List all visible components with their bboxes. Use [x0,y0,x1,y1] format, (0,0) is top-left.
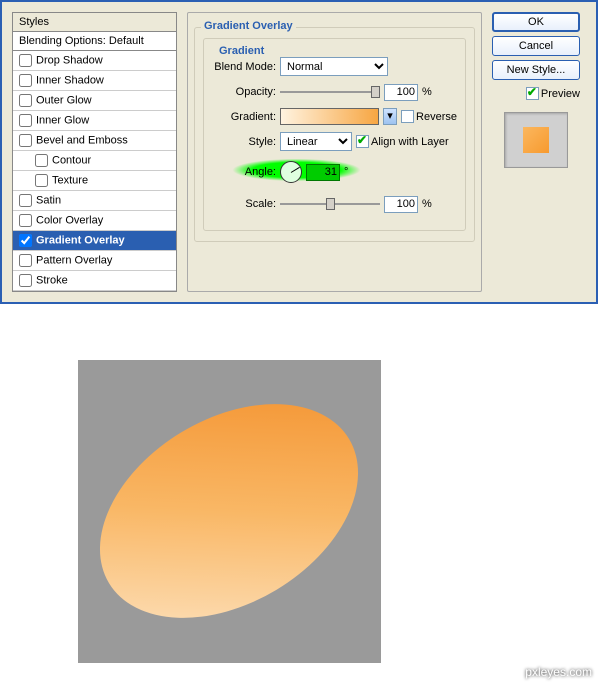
style-drop-shadow-check[interactable] [19,54,32,67]
align-check-icon [356,135,369,148]
angle-input[interactable] [306,164,340,181]
style-gradient-overlay[interactable]: Gradient Overlay [13,231,176,251]
reverse-checkbox[interactable]: Reverse [401,110,457,123]
style-texture-check[interactable] [35,174,48,187]
canvas-preview [78,360,381,663]
style-color-overlay[interactable]: Color Overlay [13,211,176,231]
style-color-overlay-check[interactable] [19,214,32,227]
style-bevel-emboss-check[interactable] [19,134,32,147]
blend-mode-select[interactable]: Normal [280,57,388,76]
scale-slider[interactable] [280,195,380,213]
dialog-buttons: OK Cancel New Style... Preview [492,12,580,292]
style-satin-check[interactable] [19,194,32,207]
blend-mode-label: Blend Mode: [212,61,276,73]
style-inner-glow-check[interactable] [19,114,32,127]
gradient-label: Gradient: [212,111,276,123]
style-inner-glow[interactable]: Inner Glow [13,111,176,131]
layer-style-dialog: Styles Blending Options: Default Drop Sh… [0,0,598,304]
style-gradient-overlay-check[interactable] [19,234,32,247]
opacity-input[interactable] [384,84,418,101]
style-pattern-overlay-check[interactable] [19,254,32,267]
style-contour-check[interactable] [35,154,48,167]
angle-label: Angle: [212,166,276,178]
gradient-picker-arrow-icon[interactable]: ▾ [383,108,397,125]
align-checkbox[interactable]: Align with Layer [356,135,449,148]
gradient-preview[interactable] [280,108,379,125]
style-drop-shadow[interactable]: Drop Shadow [13,51,176,71]
degree-label: ° [344,166,348,178]
gradient-group-title: Gradient [216,45,267,57]
preview-gradient-icon [523,127,549,153]
style-bevel-emboss[interactable]: Bevel and Emboss [13,131,176,151]
style-inner-shadow-check[interactable] [19,74,32,87]
style-texture[interactable]: Texture [13,171,176,191]
style-outer-glow-check[interactable] [19,94,32,107]
style-inner-shadow[interactable]: Inner Shadow [13,71,176,91]
scale-input[interactable] [384,196,418,213]
opacity-label: Opacity: [212,86,276,98]
preview-check-icon [526,87,539,100]
style-satin[interactable]: Satin [13,191,176,211]
percent-label: % [422,86,432,98]
style-outer-glow[interactable]: Outer Glow [13,91,176,111]
new-style-button[interactable]: New Style... [492,60,580,80]
scale-label: Scale: [212,198,276,210]
style-pattern-overlay[interactable]: Pattern Overlay [13,251,176,271]
style-select[interactable]: Linear [280,132,352,151]
blending-options-default[interactable]: Blending Options: Default [13,32,176,51]
angle-dial[interactable] [280,161,302,183]
ok-button[interactable]: OK [492,12,580,32]
style-stroke-check[interactable] [19,274,32,287]
style-contour[interactable]: Contour [13,151,176,171]
style-label: Style: [212,136,276,148]
styles-list: Styles Blending Options: Default Drop Sh… [12,12,177,292]
styles-header: Styles [13,13,176,32]
percent-label-2: % [422,198,432,210]
gradient-overlay-options: Gradient Overlay Gradient Blend Mode: No… [187,12,482,292]
opacity-slider[interactable] [280,83,380,101]
reverse-check-icon [401,110,414,123]
options-title: Gradient Overlay [201,20,296,32]
preview-swatch [504,112,568,168]
style-stroke[interactable]: Stroke [13,271,176,291]
cancel-button[interactable]: Cancel [492,36,580,56]
ellipse-shape [78,360,381,663]
watermark: pxleyes.com [525,665,592,679]
preview-checkbox[interactable]: Preview [526,87,580,100]
